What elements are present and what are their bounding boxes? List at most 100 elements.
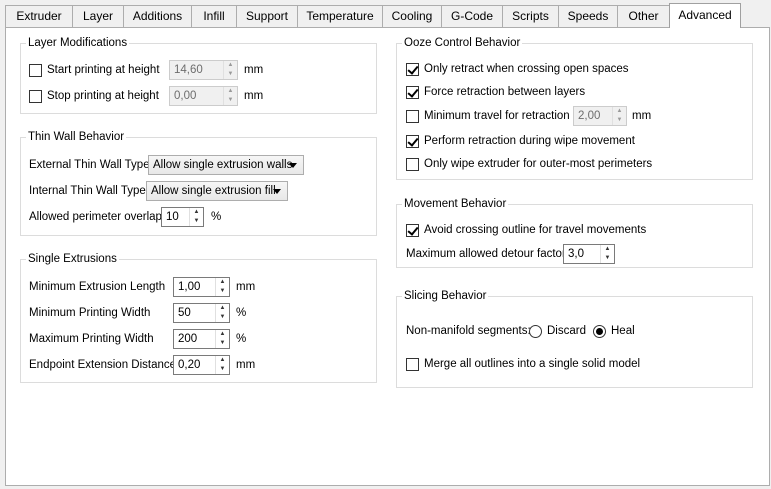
down-arrow-icon[interactable]: ▼ <box>613 116 626 125</box>
min-travel-spinner[interactable]: 2,00 ▲ ▼ <box>573 106 627 126</box>
tab-speeds[interactable]: Speeds <box>558 5 618 27</box>
down-arrow-icon[interactable]: ▼ <box>224 70 237 79</box>
up-arrow-icon[interactable]: ▲ <box>216 330 229 339</box>
tab-temperature[interactable]: Temperature <box>297 5 383 27</box>
advanced-panel: Layer Modifications Start printing at he… <box>5 27 770 486</box>
checkbox-label: Avoid crossing outline for travel moveme… <box>424 224 647 236</box>
up-arrow-icon[interactable]: ▲ <box>613 107 626 116</box>
down-arrow-icon[interactable]: ▼ <box>190 217 203 226</box>
tab-extruder[interactable]: Extruder <box>5 5 73 27</box>
group-title: Slicing Behavior <box>402 289 489 303</box>
spinner-arrows[interactable]: ▲ ▼ <box>215 356 229 374</box>
spinner-arrows[interactable]: ▲ ▼ <box>215 330 229 348</box>
max-printing-width-spinner[interactable]: 200 ▲ ▼ <box>173 329 230 349</box>
radio-circle[interactable] <box>593 324 606 338</box>
perimeter-overlap-spinner[interactable]: 10 ▲ ▼ <box>161 207 204 227</box>
up-arrow-icon[interactable]: ▲ <box>224 61 237 70</box>
tab-scripts[interactable]: Scripts <box>502 5 559 27</box>
endpoint-extension-label: Endpoint Extension Distance <box>29 359 177 371</box>
up-arrow-icon[interactable]: ▲ <box>216 356 229 365</box>
chevron-down-icon <box>273 189 281 194</box>
tab-infill[interactable]: Infill <box>191 5 237 27</box>
only-wipe-checkbox[interactable]: Only wipe extruder for outer-most perime… <box>406 154 652 174</box>
down-arrow-icon[interactable]: ▼ <box>601 254 614 263</box>
radio-circle[interactable] <box>529 324 542 338</box>
max-printing-width-label: Maximum Printing Width <box>29 333 154 345</box>
spinner-arrows[interactable]: ▲ ▼ <box>223 61 237 79</box>
down-arrow-icon[interactable]: ▼ <box>216 365 229 374</box>
start-printing-checkbox[interactable]: Start printing at height <box>29 60 160 80</box>
stop-height-spinner[interactable]: 0,00 ▲ ▼ <box>169 86 238 106</box>
unit-label: % <box>236 333 247 345</box>
internal-thin-wall-label: Internal Thin Wall Type <box>29 185 146 197</box>
avoid-crossing-checkbox[interactable]: Avoid crossing outline for travel moveme… <box>406 220 646 240</box>
perimeter-overlap-label: Allowed perimeter overlap <box>29 211 162 223</box>
select-value: Allow single extrusion walls <box>153 159 293 171</box>
spinner-value: 14,60 <box>174 64 203 76</box>
stop-printing-checkbox[interactable]: Stop printing at height <box>29 86 159 106</box>
checkbox-box[interactable] <box>29 63 42 77</box>
min-printing-width-label: Minimum Printing Width <box>29 307 151 319</box>
internal-thin-wall-select[interactable]: Allow single extrusion fill <box>146 181 288 201</box>
min-extrusion-length-label: Minimum Extrusion Length <box>29 281 166 293</box>
merge-outlines-checkbox[interactable]: Merge all outlines into a single solid m… <box>406 354 640 374</box>
checkbox-box[interactable] <box>406 85 419 99</box>
unit-label: mm <box>236 281 256 293</box>
checkbox-label: Only retract when crossing open spaces <box>424 63 629 75</box>
checkbox-box[interactable] <box>406 157 419 171</box>
unit-label: mm <box>244 64 264 76</box>
min-extrusion-length-spinner[interactable]: 1,00 ▲ ▼ <box>173 277 230 297</box>
heal-radio[interactable]: Heal <box>593 321 635 341</box>
down-arrow-icon[interactable]: ▼ <box>216 287 229 296</box>
up-arrow-icon[interactable]: ▲ <box>216 278 229 287</box>
group-title: Single Extrusions <box>26 252 119 266</box>
down-arrow-icon[interactable]: ▼ <box>216 339 229 348</box>
tab-gcode[interactable]: G-Code <box>441 5 503 27</box>
force-retraction-checkbox[interactable]: Force retraction between layers <box>406 82 585 102</box>
movement-behavior-group: Movement Behavior Avoid crossing outline… <box>396 197 753 268</box>
checkbox-box[interactable] <box>406 109 419 123</box>
tab-support[interactable]: Support <box>236 5 298 27</box>
spinner-arrows[interactable]: ▲ ▼ <box>215 278 229 296</box>
endpoint-extension-spinner[interactable]: 0,20 ▲ ▼ <box>173 355 230 375</box>
radio-label: Discard <box>547 325 586 337</box>
detour-factor-spinner[interactable]: 3,0 ▲ ▼ <box>563 244 615 264</box>
unit-label: mm <box>632 110 652 122</box>
detour-factor-label: Maximum allowed detour factor <box>406 248 566 260</box>
checkbox-box[interactable] <box>406 62 419 76</box>
tab-other[interactable]: Other <box>617 5 670 27</box>
chevron-down-icon <box>289 163 297 168</box>
layer-modifications-group: Layer Modifications Start printing at he… <box>20 36 377 114</box>
radio-label: Heal <box>611 325 635 337</box>
spinner-arrows[interactable]: ▲ ▼ <box>189 208 203 226</box>
up-arrow-icon[interactable]: ▲ <box>224 87 237 96</box>
up-arrow-icon[interactable]: ▲ <box>601 245 614 254</box>
ooze-control-group: Ooze Control Behavior Only retract when … <box>396 36 753 180</box>
down-arrow-icon[interactable]: ▼ <box>224 96 237 105</box>
down-arrow-icon[interactable]: ▼ <box>216 313 229 322</box>
up-arrow-icon[interactable]: ▲ <box>190 208 203 217</box>
min-travel-checkbox[interactable]: Minimum travel for retraction <box>406 106 570 126</box>
external-thin-wall-select[interactable]: Allow single extrusion walls <box>148 155 304 175</box>
wipe-retraction-checkbox[interactable]: Perform retraction during wipe movement <box>406 131 635 151</box>
spinner-value: 10 <box>166 211 179 223</box>
checkbox-box[interactable] <box>406 357 419 371</box>
start-height-spinner[interactable]: 14,60 ▲ ▼ <box>169 60 238 80</box>
discard-radio[interactable]: Discard <box>529 321 586 341</box>
up-arrow-icon[interactable]: ▲ <box>216 304 229 313</box>
tab-advanced[interactable]: Advanced <box>669 3 741 28</box>
single-extrusions-group: Single Extrusions Minimum Extrusion Leng… <box>20 252 377 383</box>
tab-layer[interactable]: Layer <box>72 5 124 27</box>
spinner-arrows[interactable]: ▲ ▼ <box>215 304 229 322</box>
checkbox-label: Merge all outlines into a single solid m… <box>424 358 641 370</box>
tab-cooling[interactable]: Cooling <box>382 5 442 27</box>
min-printing-width-spinner[interactable]: 50 ▲ ▼ <box>173 303 230 323</box>
spinner-arrows[interactable]: ▲ ▼ <box>223 87 237 105</box>
checkbox-box[interactable] <box>406 134 419 148</box>
tab-additions[interactable]: Additions <box>123 5 192 27</box>
checkbox-box[interactable] <box>29 89 42 103</box>
only-retract-checkbox[interactable]: Only retract when crossing open spaces <box>406 59 629 79</box>
spinner-arrows[interactable]: ▲ ▼ <box>612 107 626 125</box>
checkbox-box[interactable] <box>406 223 419 237</box>
spinner-arrows[interactable]: ▲ ▼ <box>600 245 614 263</box>
